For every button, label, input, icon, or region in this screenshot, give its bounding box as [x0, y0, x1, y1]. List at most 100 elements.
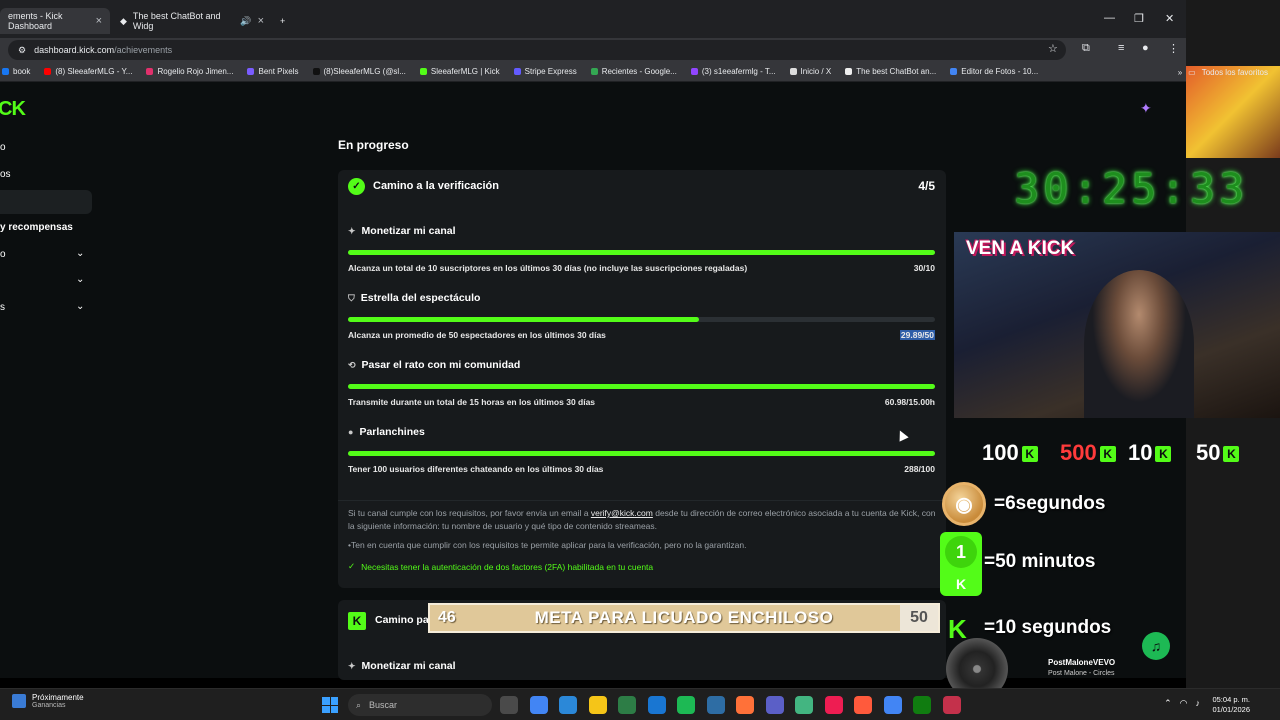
bookmark-favicon-icon: [590, 68, 598, 75]
start-button[interactable]: [322, 697, 338, 713]
subathon-timer: 30:25:33: [1014, 164, 1249, 213]
bookmark-item[interactable]: Recientes - Google...: [590, 67, 677, 76]
firefox-icon[interactable]: [736, 696, 754, 714]
card-header[interactable]: ✓ Camino a la verificación: [338, 170, 946, 202]
bookmark-favicon-icon: [312, 68, 320, 75]
task-view-icon[interactable]: [500, 696, 518, 714]
goal-label: META PARA LICUADO ENCHILOSO: [534, 608, 834, 627]
card2-title: Camino pa: [375, 614, 429, 626]
widgets-button[interactable]: Próximamente Ganancias: [12, 693, 84, 709]
profile-icon[interactable]: ●: [1142, 42, 1149, 54]
achievement-description: Alcanza un total de 10 suscriptores en l…: [348, 263, 748, 273]
tfa-text: Necesitas tener la autenticación de dos …: [361, 561, 654, 572]
bookmark-star-icon[interactable]: ☆: [1048, 42, 1058, 55]
achievement-title: ✦ Monetizar mi canal: [348, 225, 456, 237]
sidebar-item-rewards[interactable]: y recompensas: [0, 222, 73, 233]
bookmark-favicon-icon: [690, 68, 698, 75]
bookmark-item[interactable]: (8) SleeaferMLG - Y...: [44, 67, 132, 76]
all-bookmarks[interactable]: » ▭ Todos los favoritos: [1178, 68, 1268, 77]
xbox-icon[interactable]: [913, 696, 931, 714]
goal-current: 46: [438, 609, 456, 626]
section-title: En progreso: [338, 138, 409, 152]
mail-icon[interactable]: [647, 696, 666, 714]
bookmark-item[interactable]: book: [2, 67, 30, 76]
maximize-icon[interactable]: ❐: [1134, 12, 1144, 25]
chevron-down-icon[interactable]: ⌄: [76, 274, 84, 285]
bookmark-item[interactable]: Rogelio Rojo Jimen...: [146, 67, 233, 76]
tiktok-icon[interactable]: [824, 696, 843, 714]
site-info-icon[interactable]: ⚙: [18, 45, 26, 56]
music-artist: PostMaloneVEVO: [1048, 658, 1116, 667]
bookmark-label: Stripe Express: [524, 67, 577, 76]
verify-note: Si tu canal cumple con los requisitos, p…: [348, 507, 938, 533]
chat-icon: ●: [348, 427, 354, 437]
menu-icon[interactable]: ⋮: [1168, 42, 1179, 55]
achievement-title: ⛉ Estrella del espectáculo: [348, 292, 480, 304]
chrome-icon[interactable]: [883, 696, 902, 714]
sidebar-item-1[interactable]: o: [0, 142, 6, 153]
file-explorer-icon[interactable]: [588, 696, 607, 714]
minimize-icon[interactable]: —: [1104, 12, 1115, 24]
typeform-icon[interactable]: [854, 696, 872, 714]
discord-icon[interactable]: [795, 696, 813, 714]
bookmark-label: SleeaferMLG | Kick: [430, 67, 500, 76]
bookmark-item[interactable]: The best ChatBot an...: [845, 67, 936, 76]
new-tab-button[interactable]: +: [272, 8, 293, 34]
app-icon[interactable]: [942, 696, 961, 714]
achievement-title: ⟲ Pasar el rato con mi comunidad: [348, 359, 520, 371]
sidebar-item-5[interactable]: s: [0, 302, 5, 313]
sparkle-icon: ✦: [348, 660, 356, 671]
windows-taskbar: Próximamente Ganancias ⌕ Buscar ⌃ ◠ ♪ 05:0…: [0, 688, 1280, 720]
edge-icon[interactable]: [618, 696, 636, 714]
bookmark-item[interactable]: Editor de Fotos - 10...: [950, 67, 1038, 76]
tfa-requirement: ✓ Necesitas tener la autenticación de do…: [348, 561, 653, 572]
chrome-icon[interactable]: [529, 696, 548, 714]
close-icon[interactable]: ×: [258, 15, 264, 27]
bookmark-favicon-icon: [146, 68, 154, 75]
media-icon[interactable]: ≡: [1118, 42, 1124, 54]
user-avatar-icon[interactable]: ✦: [1140, 100, 1152, 117]
verify-email-link[interactable]: verify@kick.com: [591, 508, 653, 518]
bookmark-item[interactable]: Bent Pixels: [247, 67, 299, 76]
speaker-icon[interactable]: 🔊: [240, 16, 251, 27]
teams-icon[interactable]: [765, 696, 784, 714]
spotify-icon: ♫: [1142, 632, 1170, 660]
close-icon[interactable]: ×: [96, 15, 102, 27]
achievement-description: Alcanza un promedio de 50 espectadores e…: [348, 330, 606, 340]
divider: [338, 500, 946, 501]
taskbar-search[interactable]: ⌕ Buscar: [348, 694, 492, 716]
bookmark-item[interactable]: Stripe Express: [513, 67, 577, 76]
achievement-value: 30/10: [913, 263, 935, 273]
kick-logo[interactable]: KICK: [0, 98, 26, 121]
extensions-icon[interactable]: ⧉: [1082, 42, 1090, 55]
system-tray[interactable]: ⌃ ◠ ♪: [1164, 698, 1200, 709]
tab-chatbot[interactable]: ◆ The best ChatBot and Widg 🔊 ×: [112, 8, 272, 34]
sidebar-item-4[interactable]: o: [0, 249, 6, 260]
taskbar-clock[interactable]: 05:04 p. m. 01/01/2026: [1212, 695, 1250, 715]
steam-icon[interactable]: [706, 696, 725, 714]
browser-addressbar: ⚙ dashboard.kick.com/achievements ☆ ⧉ ≡ …: [0, 38, 1186, 62]
sidebar-item-2[interactable]: os: [0, 169, 11, 180]
kick-k-icon: K: [1223, 446, 1240, 463]
gift-sub-icon: 1 K: [940, 532, 982, 596]
bookmark-item[interactable]: (3) s1eeafermlg - T...: [690, 67, 776, 76]
copilot-icon[interactable]: [559, 696, 577, 714]
disclaimer: •Ten en cuenta que cumplir con los requi…: [348, 540, 747, 550]
bookmark-favicon-icon: [845, 68, 853, 75]
bookmark-item[interactable]: Inicio / X: [789, 67, 831, 76]
bookmark-favicon-icon: [789, 68, 797, 75]
bookmark-item[interactable]: (8)SleeaferMLG (@sl...: [312, 67, 406, 76]
sidebar-item-achievements[interactable]: [0, 190, 92, 214]
chevron-right-icon[interactable]: »: [1178, 68, 1182, 77]
bookmark-item[interactable]: SleeaferMLG | Kick: [419, 67, 500, 76]
spotify-icon[interactable]: [677, 696, 695, 714]
bookmark-label: The best ChatBot an...: [856, 67, 937, 76]
url-input[interactable]: ⚙ dashboard.kick.com/achievements: [8, 40, 1066, 60]
close-window-icon[interactable]: ✕: [1165, 12, 1174, 25]
chevron-down-icon[interactable]: ⌄: [76, 301, 84, 312]
chevron-up-icon: ⌃: [1164, 698, 1172, 708]
chevron-down-icon[interactable]: ⌄: [76, 248, 84, 259]
tab-kick-dashboard[interactable]: ements - Kick Dashboard ×: [0, 8, 110, 34]
bookmark-label: book: [13, 67, 31, 76]
progress-bar: [348, 451, 935, 456]
